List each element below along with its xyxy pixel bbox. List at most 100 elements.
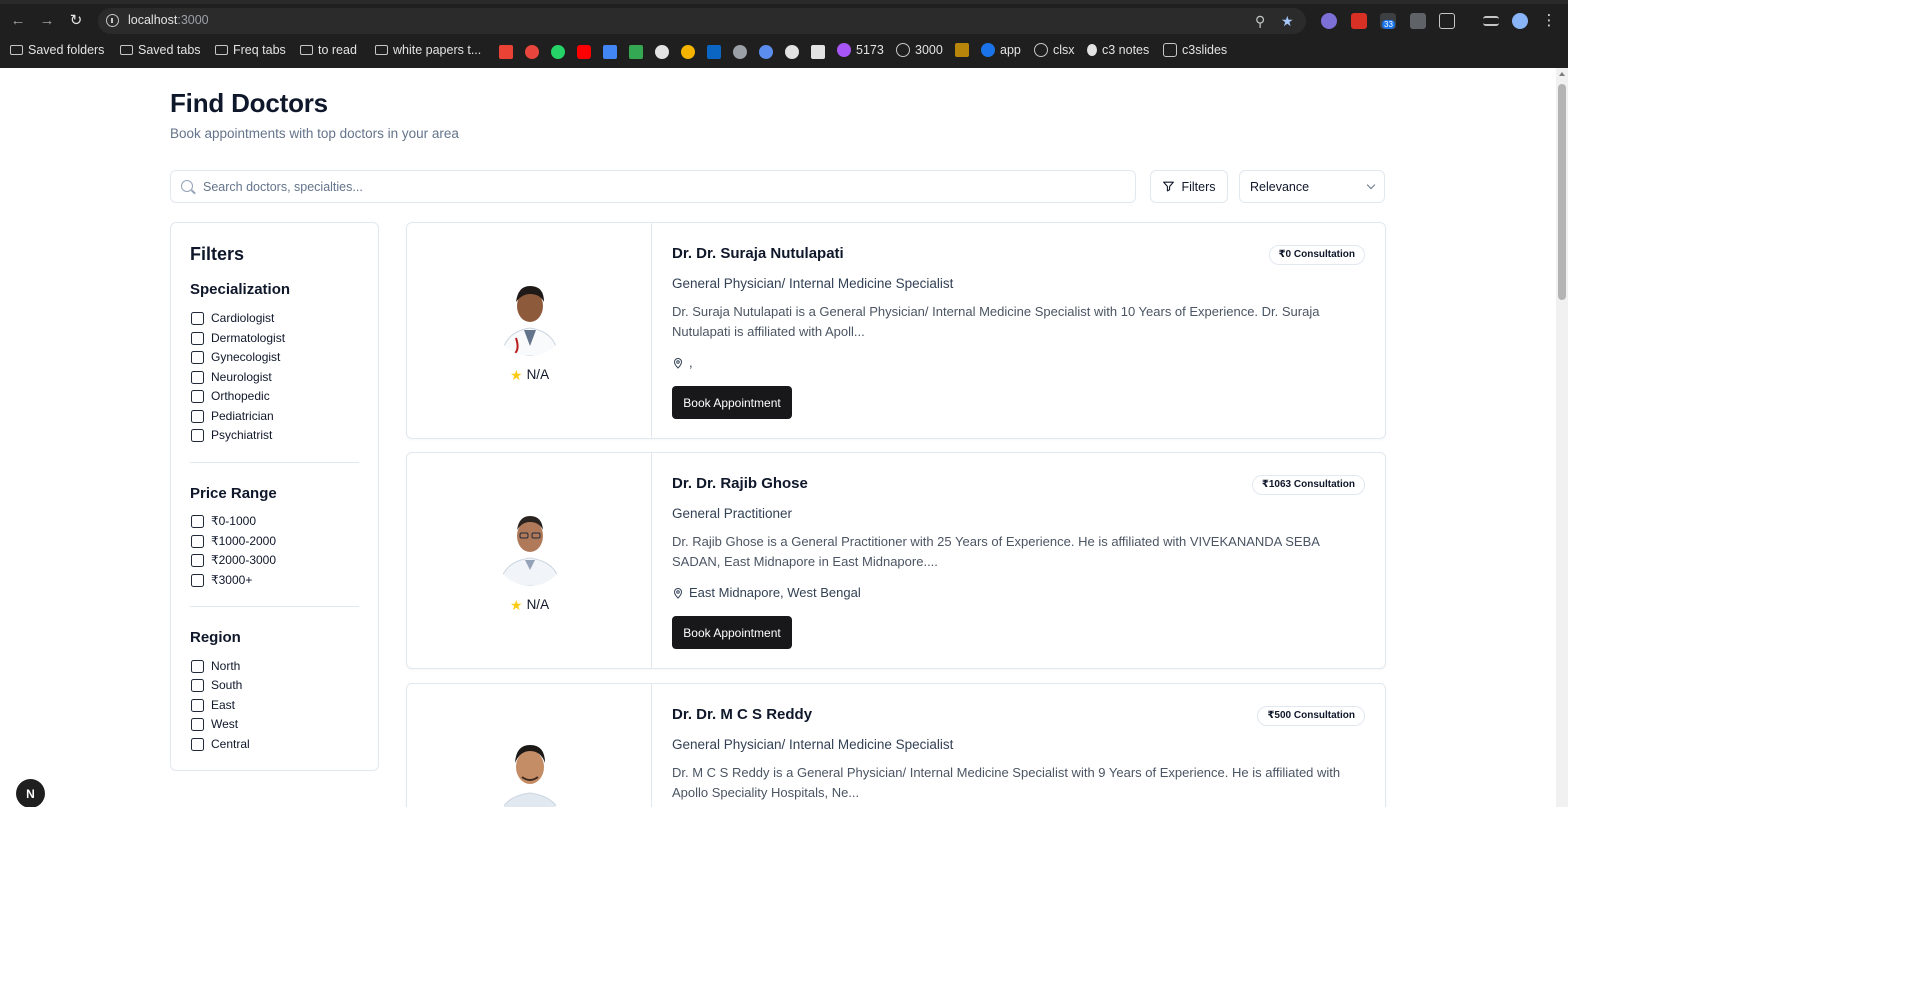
checkbox[interactable] [191,409,204,423]
address-bar[interactable]: localhost:3000 ⚲ ★ [98,8,1306,34]
media-controls-icon[interactable] [1483,16,1499,26]
filter-option-orthopedic[interactable]: Orthopedic [191,388,270,404]
notion-icon[interactable] [811,45,825,59]
filter-option-price-3000-plus[interactable]: ₹3000+ [191,572,252,588]
page-scrollbar[interactable] [1556,68,1568,807]
bookmark-3000[interactable]: 3000 [896,43,943,57]
whatsapp-icon[interactable] [551,45,565,59]
checkbox[interactable] [191,389,204,403]
filter-option-north[interactable]: North [191,658,240,674]
scrollbar-thumb[interactable] [1558,84,1566,300]
nextjs-dev-indicator[interactable]: N [16,779,45,807]
forward-icon[interactable]: → [38,12,56,30]
reload-icon[interactable]: ↻ [67,12,85,30]
bookmark-folder-to-read[interactable]: to read [300,43,357,57]
scroll-up-arrow-icon[interactable] [1559,72,1565,76]
filter-option-east[interactable]: East [191,697,235,713]
bookmark-5173[interactable]: 5173 [837,43,884,57]
doctor-name[interactable]: Dr. Dr. Suraja Nutulapati [672,245,844,262]
gemini-icon[interactable] [759,45,773,59]
menu-kebab-icon[interactable]: ⋮ [1540,12,1558,30]
bookmark-folder-saved-folders[interactable]: Saved folders [10,43,104,57]
zoom-icon[interactable]: ⚲ [1255,13,1265,30]
filters-button[interactable]: Filters [1150,170,1228,203]
bookmark-c3slides[interactable]: c3slides [1163,43,1227,57]
sort-select-value: Relevance [1250,180,1310,194]
filter-option-cardiologist[interactable]: Cardiologist [191,310,274,326]
address-url[interactable]: localhost:3000 [128,13,209,27]
extension-icon-4[interactable] [1410,13,1426,29]
back-icon[interactable]: ← [9,12,27,30]
bookmark-folder-saved-tabs[interactable]: Saved tabs [120,43,201,57]
checkbox[interactable] [191,553,204,567]
app-icon [981,43,995,57]
checkbox[interactable] [191,737,204,751]
bookmark-c3-notes[interactable]: c3 notes [1087,43,1149,57]
book-appointment-button[interactable]: Book Appointment [672,386,792,419]
filter-option-central[interactable]: Central [191,736,250,752]
doctor-name[interactable]: Dr. Dr. M C S Reddy [672,706,812,723]
search-box[interactable] [170,170,1136,203]
checkbox[interactable] [191,698,204,712]
star-icon: ★ [510,596,523,613]
filters-sidebar: Filters Specialization Cardiologist Derm… [170,222,379,771]
extension-icon-3[interactable]: 33 [1380,13,1396,29]
filter-option-price-1000-2000[interactable]: ₹1000-2000 [191,533,276,549]
extension-icon-1[interactable] [1321,13,1337,29]
folder-icon [215,45,228,55]
bookmark-clsx[interactable]: clsx [1034,43,1075,57]
filter-option-south[interactable]: South [191,677,242,693]
checkbox[interactable] [191,573,204,587]
bookmark-folder-white-papers[interactable]: white papers t... [375,43,481,57]
checkbox[interactable] [191,331,204,345]
doctor-photo [494,737,566,807]
bookmark-icon-yellow[interactable] [681,45,695,59]
sort-select[interactable]: Relevance [1239,170,1385,203]
checkbox[interactable] [191,717,204,731]
book-appointment-button[interactable]: Book Appointment [672,616,792,649]
search-input[interactable] [203,171,1123,202]
extension-icon-2[interactable] [1351,13,1367,29]
checkbox[interactable] [191,311,204,325]
filter-option-dermatologist[interactable]: Dermatologist [191,330,285,346]
filter-option-pediatrician[interactable]: Pediatrician [191,408,274,424]
bookmark-icon-white[interactable] [785,45,799,59]
doctor-name[interactable]: Dr. Dr. Rajib Ghose [672,475,808,492]
linkedin-icon[interactable] [707,45,721,59]
github-icon[interactable] [655,45,669,59]
checkbox[interactable] [191,534,204,548]
search-icon [181,180,193,192]
bookmark-app[interactable]: app [981,43,1021,57]
folder-icon [10,45,23,55]
checkbox[interactable] [191,370,204,384]
analytics-icon[interactable] [603,45,617,59]
filter-option-gynecologist[interactable]: Gynecologist [191,349,280,365]
checkbox[interactable] [191,428,204,442]
extensions-puzzle-icon[interactable] [1439,13,1455,29]
price-range-heading: Price Range [190,485,277,502]
bookmark-star-icon[interactable]: ★ [1281,13,1294,30]
folder-icon [300,45,313,55]
filters-button-label: Filters [1181,179,1216,194]
filter-option-price-0-1000[interactable]: ₹0-1000 [191,513,256,529]
bookmark-icon-green[interactable] [629,45,643,59]
bookmark-folder-freq-tabs[interactable]: Freq tabs [215,43,286,57]
filter-option-price-2000-3000[interactable]: ₹2000-3000 [191,552,276,568]
bookmark-mt[interactable] [955,43,969,57]
bookmark-icon-red[interactable] [525,45,539,59]
youtube-icon[interactable] [577,45,591,59]
filter-option-psychiatrist[interactable]: Psychiatrist [191,427,272,443]
checkbox[interactable] [191,350,204,364]
gmail-icon[interactable] [499,45,513,59]
doctor-photo-panel [407,684,652,807]
consultation-fee-badge: ₹1063 Consultation [1251,475,1365,495]
profile-avatar[interactable] [1512,13,1528,29]
filter-option-west[interactable]: West [191,716,238,732]
checkbox[interactable] [191,659,204,673]
checkbox[interactable] [191,678,204,692]
bookmark-icon-grey[interactable] [733,45,747,59]
vite-icon [837,43,851,57]
site-info-icon[interactable] [106,14,119,27]
filter-option-neurologist[interactable]: Neurologist [191,369,272,385]
checkbox[interactable] [191,514,204,528]
